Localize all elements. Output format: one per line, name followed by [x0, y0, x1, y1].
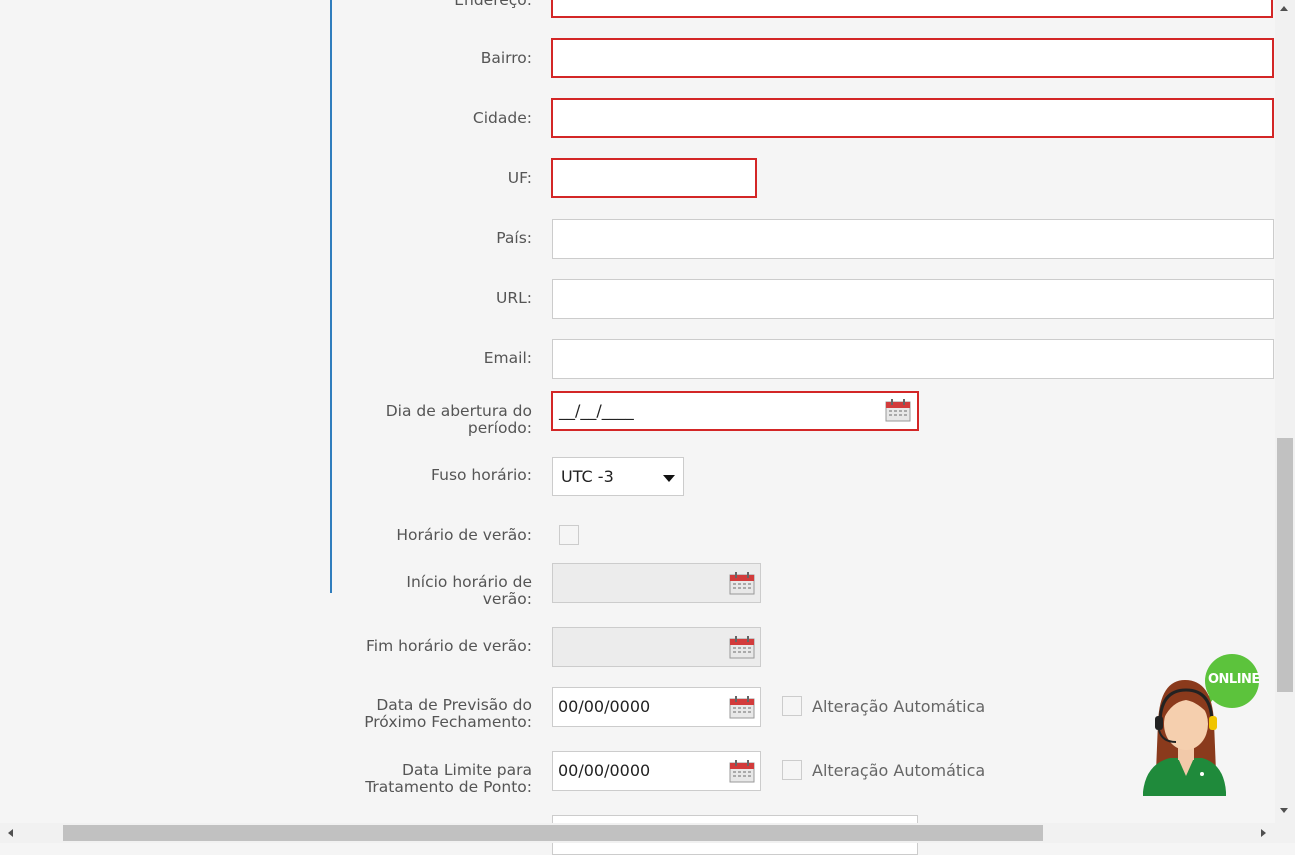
- vertical-scrollbar-thumb[interactable]: [1277, 438, 1293, 692]
- horario-verao-checkbox[interactable]: [559, 525, 579, 545]
- horario-verao-label: Horário de verão:: [396, 526, 532, 544]
- pais-input[interactable]: [552, 219, 1274, 259]
- limite-label-line1: Data Limite para: [401, 761, 532, 779]
- abertura-date-input[interactable]: __/__/____: [551, 391, 919, 431]
- fuso-label: Fuso horário:: [431, 466, 532, 484]
- section-divider: [330, 0, 332, 593]
- inicio-verao-label: Início horário de verão:: [406, 574, 532, 608]
- bairro-input[interactable]: [551, 38, 1274, 78]
- online-badge: ONLINE: [1208, 672, 1260, 687]
- inicio-verao-label-line2: verão:: [482, 590, 532, 608]
- previsao-date-value: 00/00/0000: [558, 697, 651, 716]
- pais-label: País:: [496, 229, 532, 247]
- url-label: URL:: [496, 289, 532, 307]
- previsao-auto-label: Alteração Automática: [812, 697, 986, 716]
- cidade-label: Cidade:: [472, 109, 532, 127]
- email-label: Email:: [483, 349, 532, 367]
- calendar-icon[interactable]: [729, 759, 755, 783]
- calendar-icon[interactable]: [729, 635, 755, 659]
- limite-auto-label: Alteração Automática: [812, 761, 986, 780]
- scroll-down-arrow-icon[interactable]: [1280, 808, 1288, 813]
- calendar-icon[interactable]: [729, 571, 755, 595]
- uf-input[interactable]: [551, 158, 757, 198]
- previsao-label-line2: Próximo Fechamento:: [364, 713, 532, 731]
- fim-verao-label: Fim horário de verão:: [366, 637, 532, 655]
- previsao-auto-checkbox[interactable]: [782, 696, 802, 716]
- email-input[interactable]: [552, 339, 1274, 379]
- calendar-icon[interactable]: [885, 398, 911, 422]
- vertical-scrollbar[interactable]: [1275, 0, 1295, 823]
- fuso-selected-value: UTC -3: [561, 467, 614, 486]
- url-input[interactable]: [552, 279, 1274, 319]
- abertura-date-value: __/__/____: [559, 401, 634, 420]
- calendar-icon[interactable]: [729, 695, 755, 719]
- scroll-right-arrow-icon[interactable]: [1261, 829, 1266, 837]
- abertura-label-line2: período:: [467, 419, 532, 437]
- uf-label: UF:: [507, 169, 532, 187]
- scroll-up-arrow-icon[interactable]: [1280, 6, 1288, 11]
- inicio-verao-label-line1: Início horário de: [406, 573, 532, 591]
- scroll-left-arrow-icon[interactable]: [8, 829, 13, 837]
- abertura-label-line1: Dia de abertura do: [385, 402, 532, 420]
- limite-label: Data Limite para Tratamento de Ponto:: [365, 762, 532, 796]
- limite-date-value: 00/00/0000: [558, 761, 651, 780]
- cidade-input[interactable]: [551, 98, 1274, 138]
- previsao-label: Data de Previsão do Próximo Fechamento:: [364, 697, 532, 731]
- limite-label-line2: Tratamento de Ponto:: [365, 778, 532, 796]
- endereco-input[interactable]: [551, 0, 1273, 18]
- fuso-select[interactable]: UTC -3: [552, 457, 684, 496]
- bairro-label: Bairro:: [480, 49, 532, 67]
- previsao-label-line1: Data de Previsão do: [376, 696, 532, 714]
- abertura-label: Dia de abertura do período:: [386, 403, 532, 437]
- dropdown-arrow-icon: [663, 475, 675, 482]
- horizontal-scrollbar-thumb[interactable]: [63, 825, 1043, 841]
- endereco-label: Endereço:: [454, 0, 532, 9]
- limite-auto-checkbox[interactable]: [782, 760, 802, 780]
